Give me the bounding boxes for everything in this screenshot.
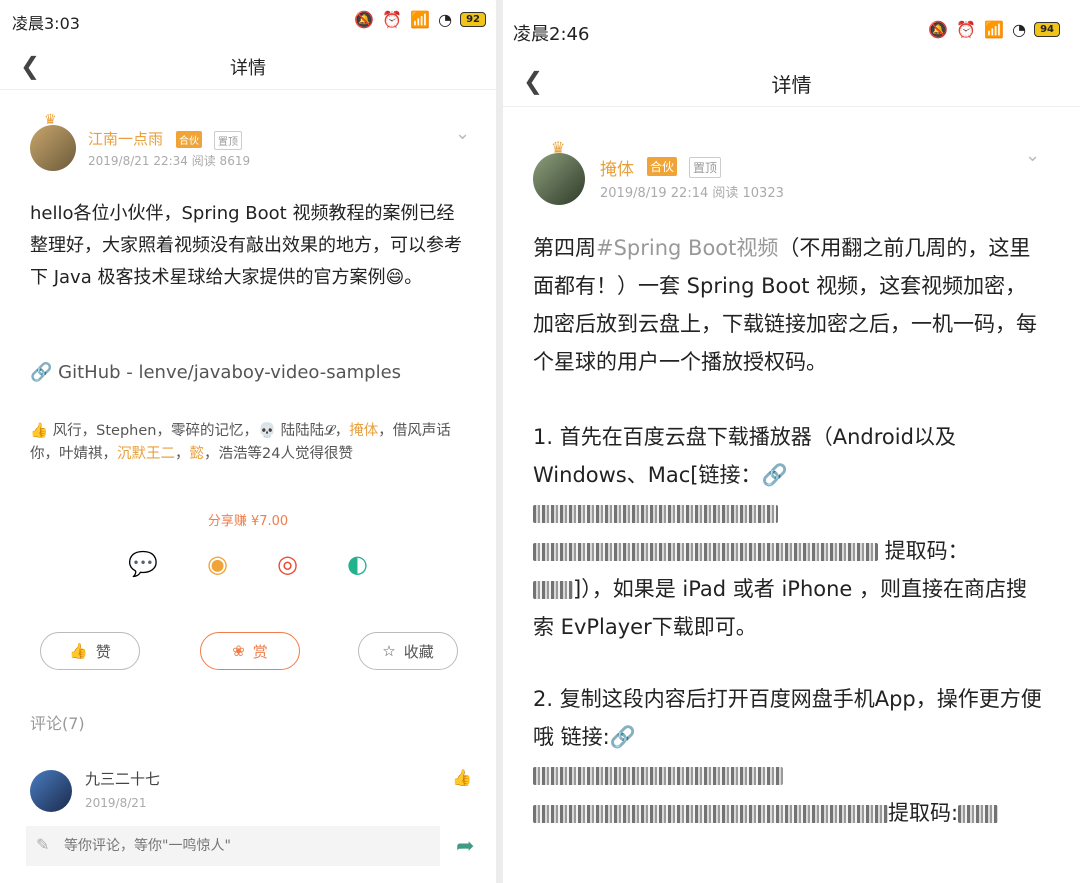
pen-icon: ✎ <box>36 835 50 854</box>
post-paragraph-3: 2. 复制这段内容后打开百度网盘手机App，操作更方便哦 链接:🔗 提取码: <box>533 687 1042 825</box>
comment-input[interactable] <box>26 826 440 866</box>
author-avatar[interactable] <box>30 125 76 171</box>
like-button[interactable]: 👍 赞 <box>40 632 140 670</box>
post-meta: 2019/8/19 22:14 阅读 10323 <box>600 186 784 201</box>
thumb-icon: 👍 <box>30 423 49 439</box>
qzone-icon[interactable]: ◐ <box>347 550 368 578</box>
redacted-link[interactable] <box>533 805 888 823</box>
partner-badge: 合伙 <box>176 131 202 148</box>
signal-icon: 📶 <box>410 10 431 29</box>
reward-button[interactable]: ❀ 赏 <box>200 632 300 670</box>
author-name[interactable]: 掩体 <box>600 155 634 180</box>
status-time: 凌晨2:46 <box>513 24 590 45</box>
mute-icon: 🔕 <box>928 20 949 39</box>
comments-title: 评论(7) <box>30 714 85 733</box>
moments-icon[interactable]: ◉ <box>207 550 228 578</box>
commenter-name[interactable]: 九三二十七 <box>85 768 160 789</box>
commenter-avatar[interactable] <box>30 770 72 812</box>
battery-icon: 92 <box>460 12 486 27</box>
page-title: 详情 <box>771 73 812 97</box>
link-icon: 🔗 <box>609 725 636 749</box>
comment-like-icon[interactable]: 👍 <box>452 768 472 787</box>
left-screenshot: 凌晨3:03 🔕 ⏰ 📶 ◔ 92 ❮ 详情 ♛ 江南一点雨 合伙 置顶 201… <box>0 0 496 883</box>
chevron-down-icon[interactable]: ⌄ <box>455 123 470 144</box>
share-arrow-icon[interactable]: ➦ <box>456 834 474 859</box>
pinned-badge: 置顶 <box>689 157 722 178</box>
alarm-icon: ⏰ <box>956 20 977 39</box>
right-screenshot: 凌晨2:46 🔕 ⏰ 📶 ◔ 94 ❮ 详情 ♛ 掩体 合伙 置顶 2019/8… <box>503 0 1080 883</box>
favorite-button[interactable]: ☆ 收藏 <box>358 632 458 670</box>
wifi-icon: ◔ <box>438 10 453 29</box>
thumb-up-icon: 👍 <box>69 642 88 660</box>
signal-icon: 📶 <box>984 20 1005 39</box>
redacted-code <box>958 805 999 823</box>
share-reward-text: 分享赚 ¥7.00 <box>207 514 289 529</box>
partner-badge: 合伙 <box>647 157 678 176</box>
reward-icon: ❀ <box>232 642 245 660</box>
redacted-link[interactable] <box>533 505 778 523</box>
status-time: 凌晨3:03 <box>12 14 80 33</box>
likes-list: 👍 风行，Stephen，零碎的记忆，💀 陆陆陆𝓛，掩体，借风声话你，叶婧祺，沉… <box>30 423 451 462</box>
redacted-link[interactable] <box>533 767 783 785</box>
author-avatar[interactable] <box>533 153 585 205</box>
link-icon: 🔗 <box>761 463 788 487</box>
link-icon: 🔗 <box>30 362 53 383</box>
pinned-badge: 置顶 <box>214 131 242 150</box>
post-paragraph-2: 1. 首先在百度云盘下载播放器（Android以及Windows、Mac[链接：… <box>533 425 1028 639</box>
share-row: 💬 ◉ ◎ ◐ <box>128 550 368 578</box>
crown-icon: ♛ <box>551 138 566 157</box>
battery-icon: 94 <box>1034 22 1060 37</box>
github-link[interactable]: 🔗 GitHub - lenve/javaboy-video-samples <box>30 362 401 383</box>
author-name[interactable]: 江南一点雨 <box>88 128 163 149</box>
mute-icon: 🔕 <box>354 10 375 29</box>
alarm-icon: ⏰ <box>382 10 403 29</box>
crown-icon: ♛ <box>44 112 57 128</box>
redacted-link[interactable] <box>533 543 878 561</box>
nav-bar: ❮ 详情 <box>0 40 496 90</box>
post-body: hello各位小伙伴，Spring Boot 视频教程的案例已经整理好，大家照着… <box>30 203 462 288</box>
wechat-icon[interactable]: 💬 <box>128 550 158 578</box>
redacted-code <box>533 581 573 599</box>
status-bar: 凌晨3:03 🔕 ⏰ 📶 ◔ 92 <box>0 0 496 40</box>
chevron-down-icon[interactable]: ⌄ <box>1025 145 1040 166</box>
nav-bar: ❮ 详情 <box>503 55 1080 107</box>
page-title: 详情 <box>230 58 266 79</box>
weibo-icon[interactable]: ◎ <box>277 550 298 578</box>
post-paragraph-1: 第四周#Spring Boot视频（不用翻之前几周的，这里面都有！）一套 Spr… <box>533 236 1037 374</box>
star-icon: ☆ <box>382 642 396 660</box>
wifi-icon: ◔ <box>1012 20 1027 39</box>
hashtag-link[interactable]: #Spring Boot视频 <box>596 236 778 260</box>
comment-date: 2019/8/21 <box>85 796 147 810</box>
status-bar: 凌晨2:46 🔕 ⏰ 📶 ◔ 94 <box>503 0 1080 55</box>
post-meta: 2019/8/21 22:34 阅读 8619 <box>88 154 251 168</box>
